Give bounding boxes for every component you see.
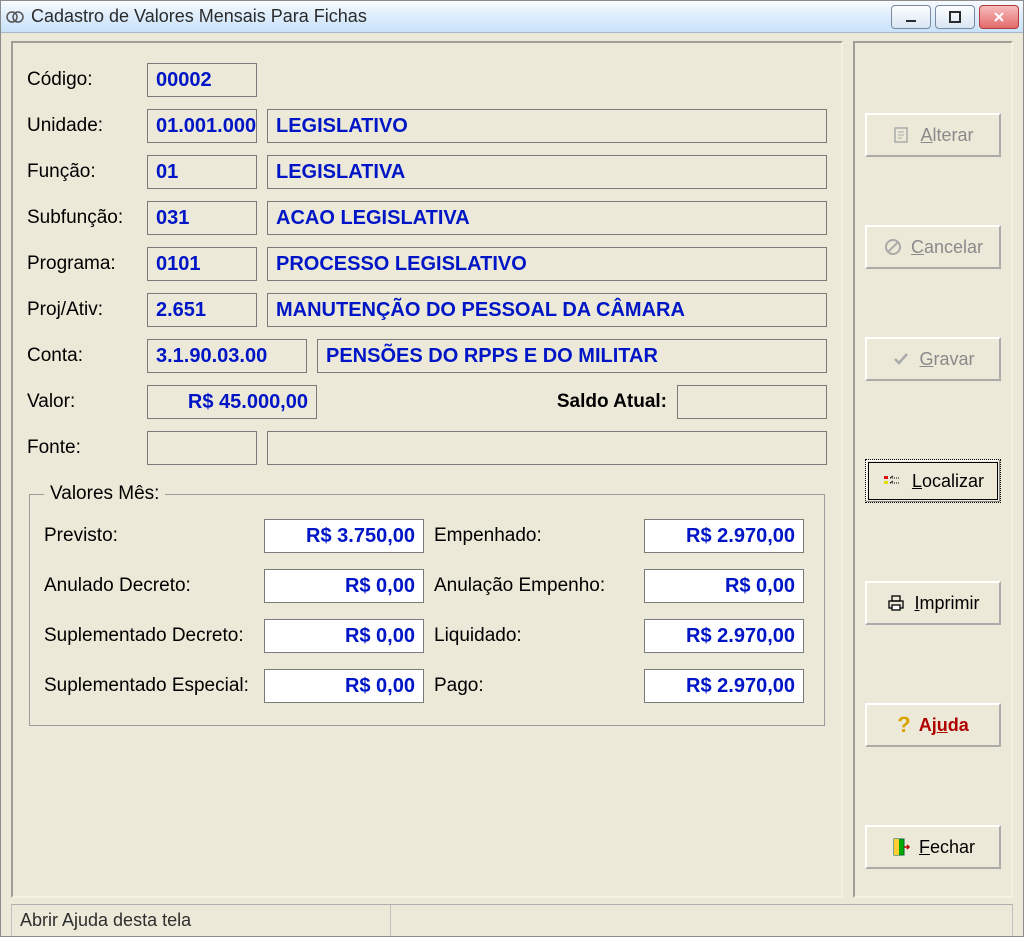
printer-icon [886,593,906,613]
fechar-button[interactable]: Fechar [865,825,1001,869]
programa-desc-field[interactable]: PROCESSO LEGISLATIVO [267,247,827,281]
codigo-field[interactable]: 00002 [147,63,257,97]
app-icon [5,7,25,27]
alterar-label-m: A [920,125,932,145]
anulacao-empenho-label: Anulação Empenho: [434,575,634,597]
status-help-text: Abrir Ajuda desta tela [11,905,391,936]
imprimir-label-rest: mprimir [920,593,980,613]
fonte-code-field[interactable] [147,431,257,465]
anulado-decreto-label: Anulado Decreto: [44,575,254,597]
cancel-icon [883,237,903,257]
ajuda-label-m: u [937,715,948,735]
button-panel: Alterar Cancelar Gravar [853,41,1013,898]
window-controls [891,5,1019,29]
exit-icon [891,837,911,857]
valor-label: Valor: [27,391,137,413]
minimize-button[interactable] [891,5,931,29]
window-title: Cadastro de Valores Mensais Para Fichas [31,6,891,27]
maximize-button[interactable] [935,5,975,29]
valores-mes-group: Valores Mês: Previsto: R$ 3.750,00 Empen… [29,483,825,726]
edit-icon [892,125,912,145]
gravar-button[interactable]: Gravar [865,337,1001,381]
question-icon: ? [897,712,910,738]
fonte-desc-field[interactable] [267,431,827,465]
localizar-button[interactable]: Localizar [865,459,1001,503]
client-area: Código: 00002 Unidade: 01.001.000 LEGISL… [1,33,1023,936]
anulacao-empenho-value[interactable]: R$ 0,00 [644,569,804,603]
alterar-button[interactable]: Alterar [865,113,1001,157]
app-window: Cadastro de Valores Mensais Para Fichas … [0,0,1024,937]
suplementado-especial-value[interactable]: R$ 0,00 [264,669,424,703]
pago-label: Pago: [434,675,634,697]
gravar-label-rest: ravar [934,349,975,369]
conta-label: Conta: [27,345,137,367]
unidade-label: Unidade: [27,115,137,137]
check-icon [891,349,911,369]
funcao-label: Função: [27,161,137,183]
gravar-label-m: G [919,349,933,369]
find-icon [882,472,904,490]
suplementado-decreto-value[interactable]: R$ 0,00 [264,619,424,653]
funcao-desc-field[interactable]: LEGISLATIVA [267,155,827,189]
projativ-code-field[interactable]: 2.651 [147,293,257,327]
cancelar-button[interactable]: Cancelar [865,225,1001,269]
cancelar-label-rest: ancelar [924,237,983,257]
liquidado-value[interactable]: R$ 2.970,00 [644,619,804,653]
subfuncao-desc-field[interactable]: ACAO LEGISLATIVA [267,201,827,235]
previsto-label: Previsto: [44,525,254,547]
unidade-desc-field[interactable]: LEGISLATIVO [267,109,827,143]
projativ-desc-field[interactable]: MANUTENÇÃO DO PESSOAL DA CÂMARA [267,293,827,327]
localizar-label-rest: ocalizar [922,471,984,491]
unidade-code-field[interactable]: 01.001.000 [147,109,257,143]
imprimir-button[interactable]: Imprimir [865,581,1001,625]
previsto-value[interactable]: R$ 3.750,00 [264,519,424,553]
funcao-code-field[interactable]: 01 [147,155,257,189]
anulado-decreto-value[interactable]: R$ 0,00 [264,569,424,603]
ajuda-label-rest: da [948,715,969,735]
cancelar-label-m: C [911,237,924,257]
alterar-label-rest: lterar [933,125,974,145]
fonte-label: Fonte: [27,437,137,459]
fechar-label-rest: echar [930,837,975,857]
localizar-label-m: L [912,471,922,491]
empenhado-value[interactable]: R$ 2.970,00 [644,519,804,553]
title-bar: Cadastro de Valores Mensais Para Fichas [1,1,1023,33]
subfuncao-code-field[interactable]: 031 [147,201,257,235]
conta-code-field[interactable]: 3.1.90.03.00 [147,339,307,373]
valor-field[interactable]: R$ 45.000,00 [147,385,317,419]
codigo-label: Código: [27,69,137,91]
conta-desc-field[interactable]: PENSÕES DO RPPS E DO MILITAR [317,339,827,373]
status-bar: Abrir Ajuda desta tela [11,904,1013,936]
ajuda-button[interactable]: ? Ajuda [865,703,1001,747]
programa-code-field[interactable]: 0101 [147,247,257,281]
fechar-label-m: F [919,837,930,857]
saldo-atual-field[interactable] [677,385,827,419]
status-right [391,905,1013,936]
valores-mes-legend: Valores Mês: [44,483,165,505]
programa-label: Programa: [27,253,137,275]
form-panel: Código: 00002 Unidade: 01.001.000 LEGISL… [11,41,843,898]
main-row: Código: 00002 Unidade: 01.001.000 LEGISL… [11,41,1013,898]
pago-value[interactable]: R$ 2.970,00 [644,669,804,703]
projativ-label: Proj/Ativ: [27,299,137,321]
subfuncao-label: Subfunção: [27,207,137,229]
suplementado-decreto-label: Suplementado Decreto: [44,625,254,647]
close-button[interactable] [979,5,1019,29]
empenhado-label: Empenhado: [434,525,634,547]
liquidado-label: Liquidado: [434,625,634,647]
saldo-atual-label: Saldo Atual: [557,391,667,413]
suplementado-especial-label: Suplementado Especial: [44,675,254,697]
